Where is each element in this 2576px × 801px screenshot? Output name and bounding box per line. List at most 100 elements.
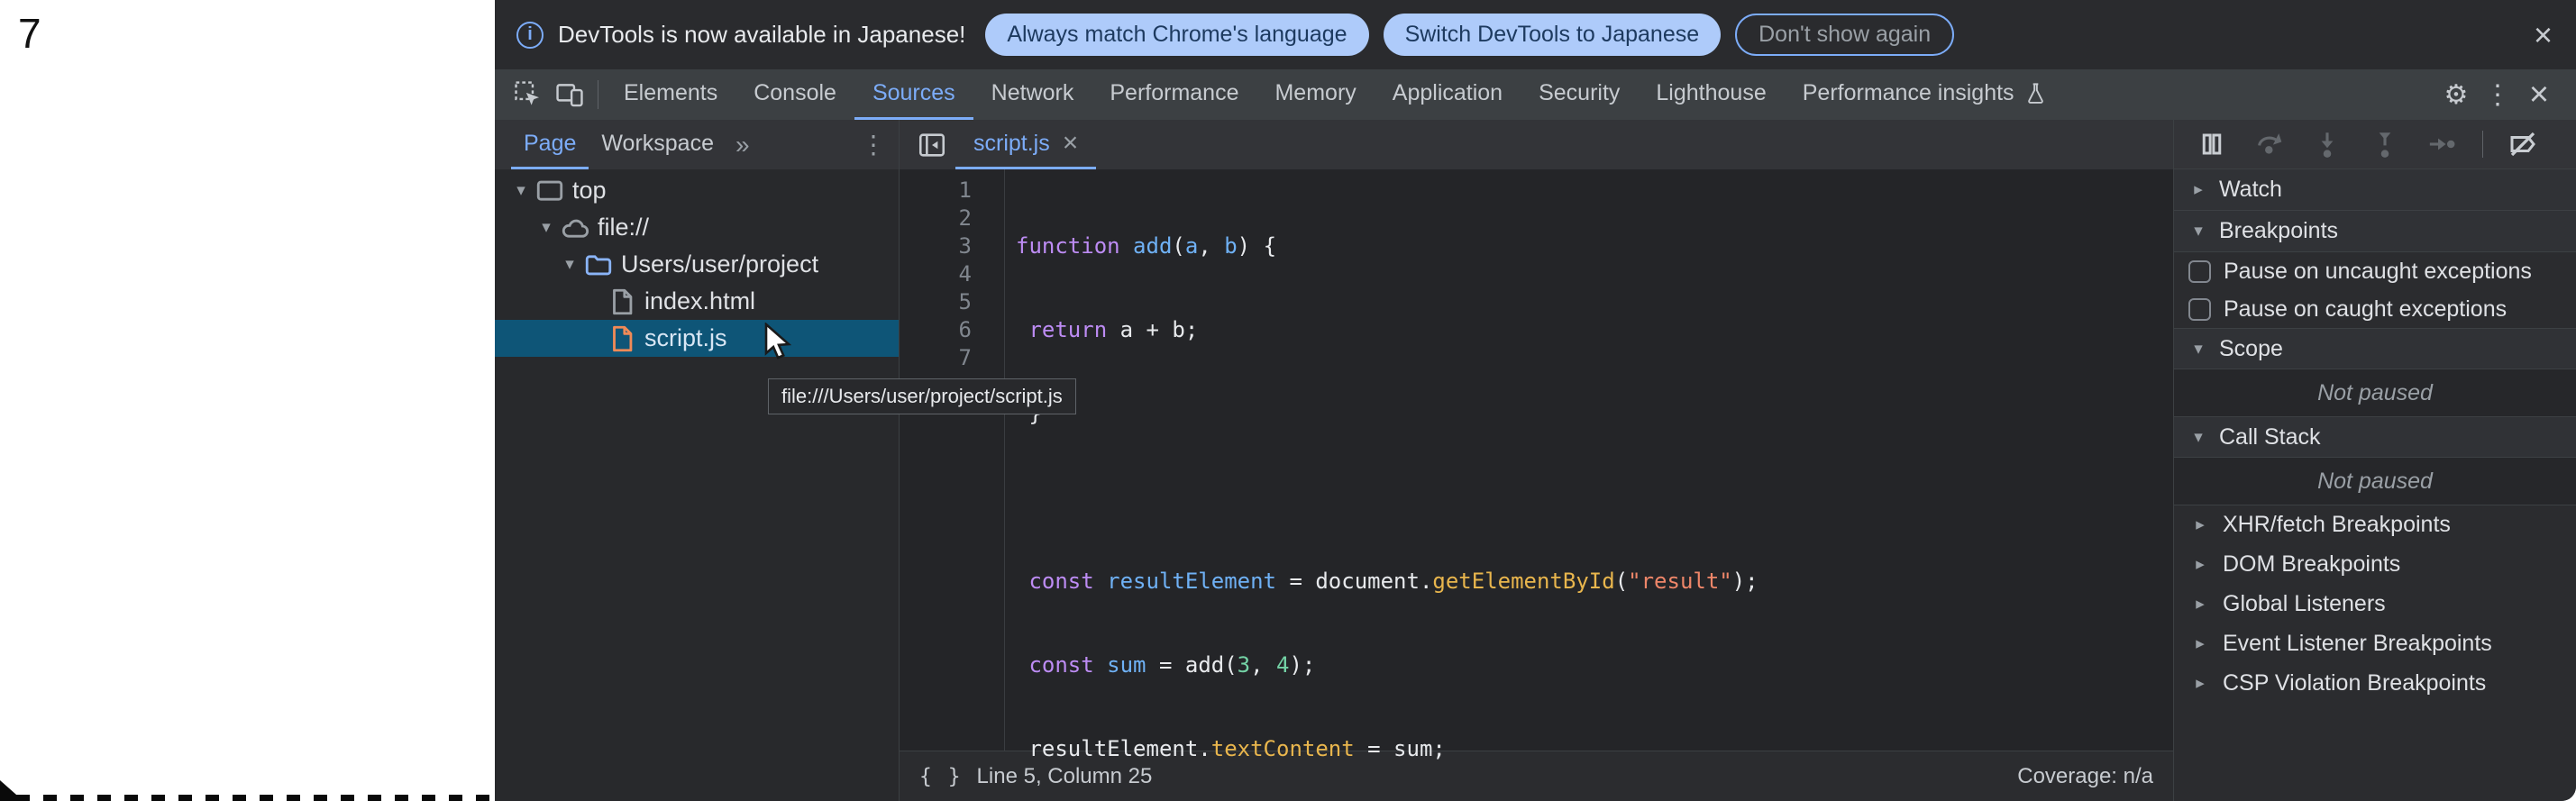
navigator-tab-page[interactable]: Page	[511, 120, 589, 169]
infobar-close-icon[interactable]: ×	[2534, 19, 2553, 51]
tab-elements[interactable]: Elements	[606, 69, 735, 120]
tree-item-script-js[interactable]: script.js	[495, 320, 899, 357]
section-csp-violation-breakpoints[interactable]: ▸ CSP Violation Breakpoints	[2174, 663, 2576, 703]
flask-icon	[2023, 81, 2048, 105]
tab-lighthouse[interactable]: Lighthouse	[1638, 69, 1784, 120]
line-number-gutter[interactable]: 12 34 56 7	[900, 169, 1005, 751]
code-line-5: const resultElement = document.getElemen…	[1016, 568, 1758, 596]
more-tabs-icon[interactable]: »	[726, 120, 759, 169]
code-line-4	[1016, 484, 1758, 512]
tab-close-icon[interactable]: ×	[1063, 128, 1079, 159]
tab-application[interactable]: Application	[1375, 69, 1521, 120]
tab-security[interactable]: Security	[1521, 69, 1638, 120]
collapse-arrow-icon: ▸	[2190, 594, 2210, 614]
tab-performance[interactable]: Performance	[1092, 69, 1256, 120]
coverage-label: Coverage: n/a	[2017, 764, 2153, 789]
tab-network[interactable]: Network	[973, 69, 1092, 120]
tab-sources[interactable]: Sources	[854, 69, 973, 120]
collapse-arrow-icon: ▾	[2188, 221, 2208, 241]
deactivate-breakpoints-button[interactable]	[2505, 126, 2541, 162]
mouse-cursor	[763, 323, 799, 362]
section-xhr-fetch-breakpoints[interactable]: ▸ XHR/fetch Breakpoints	[2174, 505, 2576, 544]
screen: 7 i DevTools is now available in Japanes…	[0, 0, 2576, 801]
cropped-text-strip	[16, 795, 495, 801]
code-line-3: }	[1016, 400, 1758, 428]
navigator-pane: Page Workspace » ⋮ ▾ top ▾	[495, 120, 900, 801]
toggle-navigator-button[interactable]	[909, 120, 955, 169]
section-watch[interactable]: ▸ Watch	[2174, 169, 2576, 211]
tree-item-file-protocol[interactable]: ▾ file://	[495, 209, 899, 246]
step-over-button[interactable]	[2252, 126, 2288, 162]
pause-on-caught-checkbox[interactable]	[2188, 298, 2211, 321]
section-scope[interactable]: ▾ Scope	[2174, 328, 2576, 369]
inspect-icon	[513, 79, 544, 110]
devtools-close-icon[interactable]: ×	[2518, 69, 2560, 120]
section-global-listeners[interactable]: ▸ Global Listeners	[2174, 584, 2576, 624]
section-breakpoints[interactable]: ▾ Breakpoints	[2174, 211, 2576, 252]
tree-item-top[interactable]: ▾ top	[495, 172, 899, 209]
kebab-menu-icon[interactable]: ⋮	[2477, 69, 2518, 120]
panel-toggle-icon	[917, 130, 947, 160]
collapse-arrow-icon: ▸	[2190, 633, 2210, 654]
section-dom-breakpoints[interactable]: ▸ DOM Breakpoints	[2174, 544, 2576, 584]
file-tree: ▾ top ▾ file:// ▾	[495, 169, 899, 801]
collapse-arrow-icon: ▸	[2190, 514, 2210, 535]
inspect-element-button[interactable]	[507, 69, 549, 120]
expand-arrow-icon[interactable]: ▾	[534, 217, 558, 238]
corner-wedge-shape	[0, 780, 23, 801]
always-match-language-button[interactable]: Always match Chrome's language	[985, 14, 1368, 56]
navigator-tab-workspace[interactable]: Workspace	[589, 120, 726, 169]
collapse-arrow-icon: ▸	[2188, 179, 2208, 200]
tabbar-right-controls: ⚙ ⋮ ×	[2420, 69, 2576, 120]
file-js-icon	[607, 323, 637, 354]
main-tabbar: Elements Console Sources Network Perform…	[495, 69, 2576, 120]
cloud-icon	[560, 213, 590, 243]
pretty-print-button[interactable]: { }	[919, 765, 963, 788]
settings-gear-icon[interactable]: ⚙	[2435, 69, 2477, 120]
dont-show-again-button[interactable]: Don't show again	[1735, 14, 1954, 56]
expand-arrow-icon[interactable]: ▾	[509, 180, 533, 201]
divider	[2482, 131, 2483, 158]
device-toolbar-icon	[554, 79, 585, 110]
code-line-7: resultElement.textContent = sum;	[1016, 735, 1758, 763]
folder-icon	[583, 250, 614, 280]
deactivate-breakpoints-icon	[2507, 128, 2539, 160]
pause-on-uncaught-exceptions-row[interactable]: Pause on uncaught exceptions	[2174, 252, 2576, 290]
tree-item-project-folder[interactable]: ▾ Users/user/project	[495, 246, 899, 283]
pause-on-uncaught-checkbox[interactable]	[2188, 260, 2211, 283]
step-into-button[interactable]	[2309, 126, 2345, 162]
pause-on-caught-exceptions-row[interactable]: Pause on caught exceptions	[2174, 290, 2576, 328]
tab-memory[interactable]: Memory	[1256, 69, 1374, 120]
tab-console[interactable]: Console	[735, 69, 854, 120]
step-button[interactable]	[2425, 126, 2461, 162]
scope-status: Not paused	[2174, 369, 2576, 416]
sources-panel: Page Workspace » ⋮ ▾ top ▾	[495, 120, 2576, 801]
tree-item-index-html[interactable]: index.html	[495, 283, 899, 320]
code-lines: function add(a, b) { return a + b; } con…	[1005, 177, 1758, 751]
tab-performance-insights[interactable]: Performance insights	[1785, 69, 2066, 120]
navigator-tabbar: Page Workspace » ⋮	[495, 120, 899, 169]
infobar-message: DevTools is now available in Japanese!	[558, 21, 965, 49]
section-event-listener-breakpoints[interactable]: ▸ Event Listener Breakpoints	[2174, 624, 2576, 663]
collapse-arrow-icon: ▾	[2188, 339, 2208, 360]
debugger-toolbar	[2174, 120, 2576, 169]
file-icon	[607, 287, 637, 317]
editor-tab-script-js[interactable]: script.js ×	[955, 120, 1096, 169]
section-call-stack[interactable]: ▾ Call Stack	[2174, 416, 2576, 458]
file-path-tooltip: file:///Users/user/project/script.js	[768, 378, 1076, 414]
step-icon	[2427, 129, 2458, 159]
devtools-infobar: i DevTools is now available in Japanese!…	[495, 0, 2576, 69]
code-line-1: function add(a, b) {	[1016, 232, 1758, 260]
code-editor[interactable]: 12 34 56 7 function add(a, b) { return a…	[900, 169, 2173, 751]
device-toolbar-button[interactable]	[549, 69, 590, 120]
call-stack-status: Not paused	[2174, 458, 2576, 505]
pause-button[interactable]	[2194, 126, 2230, 162]
expand-arrow-icon[interactable]: ▾	[558, 254, 581, 275]
switch-to-japanese-button[interactable]: Switch DevTools to Japanese	[1384, 14, 1722, 56]
navigator-kebab-icon[interactable]: ⋮	[854, 120, 893, 169]
step-out-button[interactable]	[2367, 126, 2403, 162]
collapse-arrow-icon: ▸	[2190, 673, 2210, 694]
step-over-icon	[2254, 129, 2285, 159]
debugger-sidebar: ▸ Watch ▾ Breakpoints Pause on uncaught …	[2174, 120, 2576, 801]
pause-icon	[2198, 131, 2225, 158]
